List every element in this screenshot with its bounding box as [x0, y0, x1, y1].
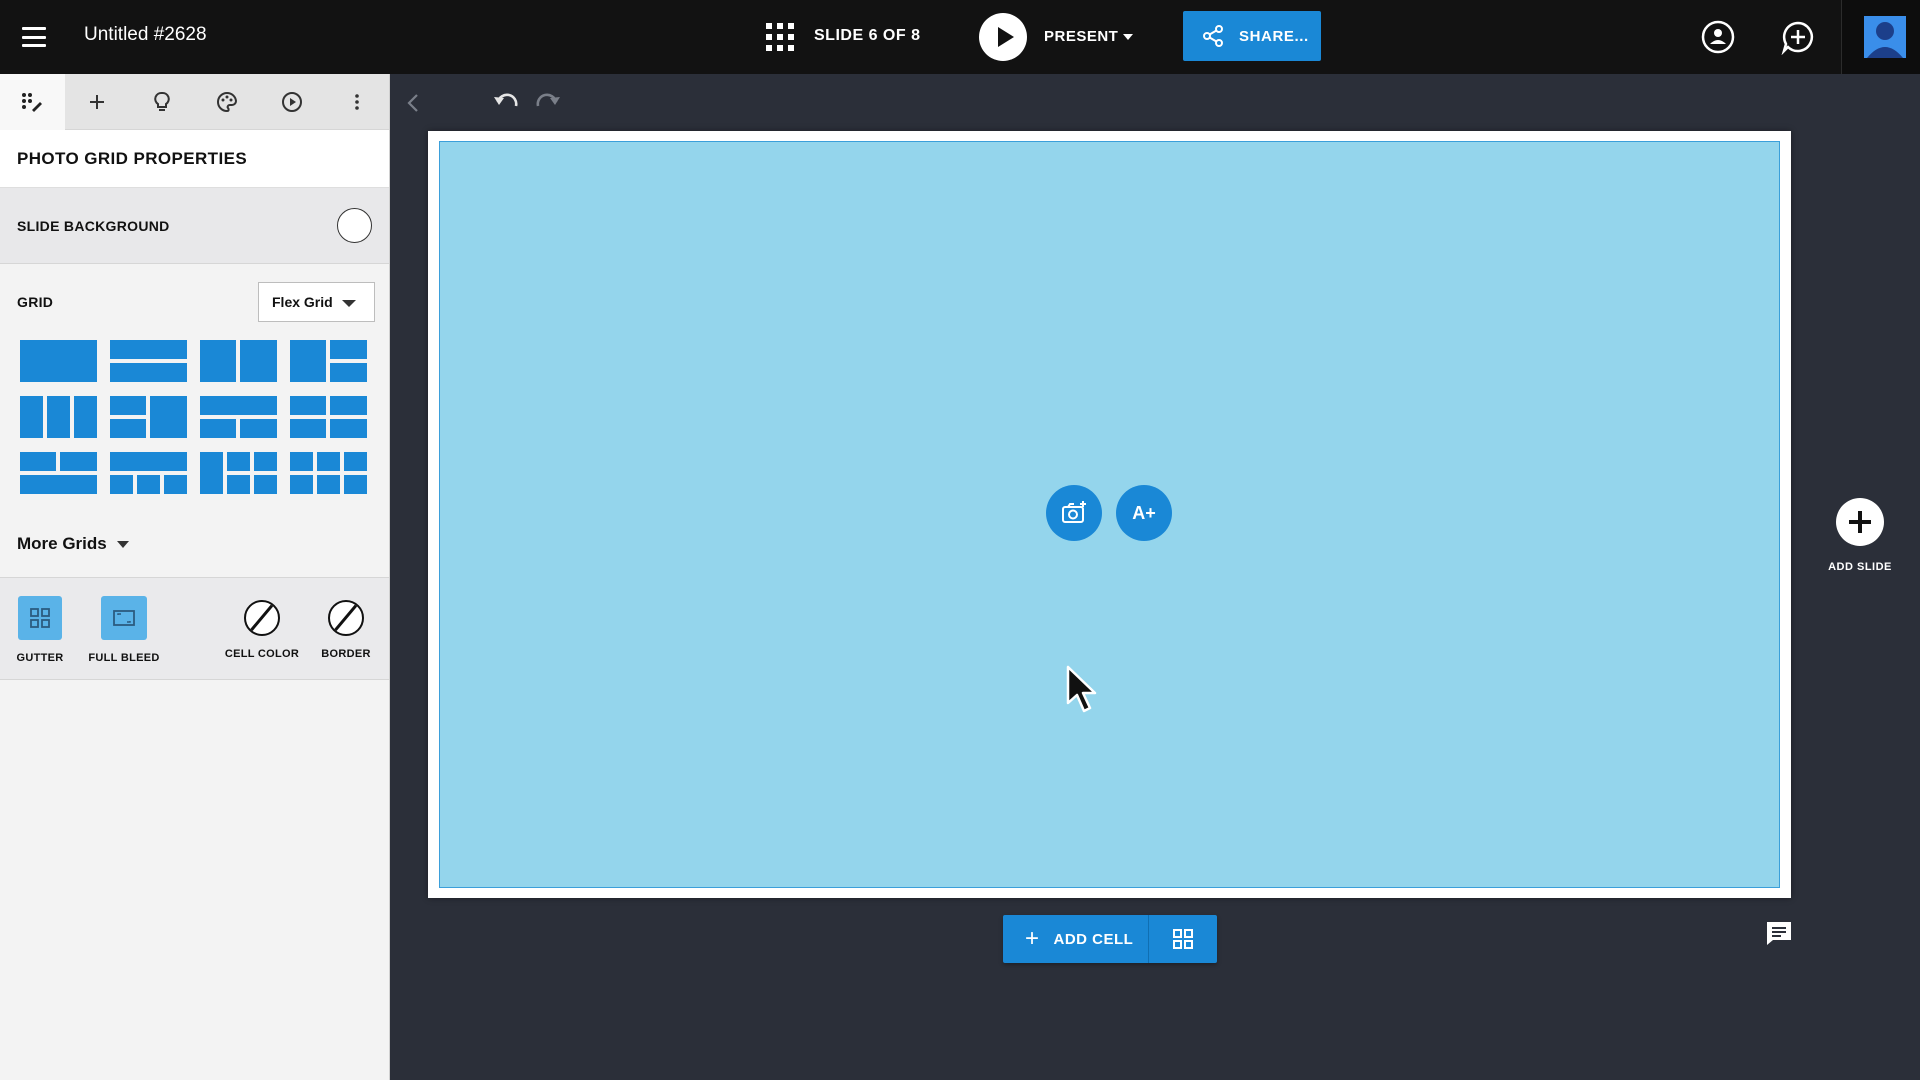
- slide-background-row: SLIDE BACKGROUND: [0, 188, 389, 264]
- share-icon: [1203, 25, 1223, 47]
- grid-layout-option[interactable]: [290, 452, 367, 494]
- mouse-pointer-icon: [1066, 665, 1097, 713]
- border-label: BORDER: [321, 648, 371, 660]
- full-bleed-icon: [113, 610, 135, 626]
- undo-icon[interactable]: [492, 92, 520, 114]
- grid-layout-option[interactable]: [200, 452, 277, 494]
- plus-icon: [90, 95, 105, 109]
- add-slide-button[interactable]: [1836, 498, 1884, 546]
- tab-ideas[interactable]: [130, 74, 195, 130]
- grid-layout-option[interactable]: [110, 396, 187, 438]
- grid-layout-option[interactable]: [290, 396, 367, 438]
- collapse-panel-icon[interactable]: [406, 92, 420, 114]
- plus-icon: +: [1025, 925, 1040, 952]
- grid-layout-option[interactable]: [200, 396, 277, 438]
- grid-type-select[interactable]: Flex Grid: [258, 282, 375, 322]
- document-title[interactable]: Untitled #2628: [84, 24, 207, 46]
- palette-icon: [216, 91, 237, 113]
- grid-layout-option[interactable]: [200, 340, 277, 382]
- slide-grid-icon[interactable]: [766, 23, 794, 51]
- no-border-icon: [328, 600, 364, 636]
- properties-panel: PHOTO GRID PROPERTIES SLIDE BACKGROUND G…: [0, 74, 390, 1080]
- present-button[interactable]: PRESENT: [1044, 28, 1118, 45]
- add-photo-button[interactable]: [1046, 485, 1102, 541]
- tab-add[interactable]: [65, 74, 130, 130]
- redo-icon[interactable]: [534, 92, 562, 114]
- grid-section: GRID Flex Grid More Grids: [0, 264, 389, 578]
- layout-tools-icon: [22, 93, 43, 112]
- account-icon[interactable]: [1700, 19, 1736, 55]
- tab-layout-tools[interactable]: [0, 74, 65, 130]
- slide-background-swatch[interactable]: [337, 208, 372, 243]
- add-cell-label: ADD CELL: [1053, 930, 1134, 948]
- cell-color-picker[interactable]: CELL COLOR: [224, 596, 300, 660]
- panel-title: PHOTO GRID PROPERTIES: [0, 130, 389, 188]
- chevron-down-icon: [342, 300, 356, 307]
- add-text-button[interactable]: A+: [1116, 485, 1172, 541]
- more-grids-toggle[interactable]: More Grids: [17, 534, 129, 554]
- grid-layout-option[interactable]: [110, 340, 187, 382]
- grid-layout-button[interactable]: [1149, 915, 1217, 963]
- add-cell-control: + ADD CELL: [1003, 915, 1217, 963]
- gutter-label: GUTTER: [16, 652, 64, 664]
- grid-layouts: [20, 340, 375, 494]
- play-circle-icon: [281, 92, 302, 112]
- share-label: SHARE...: [1239, 27, 1309, 45]
- tab-playback[interactable]: [259, 74, 324, 130]
- gutter-icon: [30, 608, 50, 628]
- present-dropdown-icon[interactable]: [1123, 34, 1133, 40]
- speaker-notes-icon[interactable]: [1765, 920, 1793, 946]
- cell-color-label: CELL COLOR: [224, 648, 300, 660]
- grid-layout-option[interactable]: [290, 340, 367, 382]
- avatar[interactable]: [1841, 0, 1920, 74]
- panel-tabs: [0, 74, 389, 130]
- grid-layout-option[interactable]: [20, 396, 97, 438]
- grid-options: GUTTER FULL BLEED CELL COLOR BORDER: [0, 578, 389, 680]
- more-grids-label: More Grids: [17, 534, 107, 553]
- slide-background-label: SLIDE BACKGROUND: [17, 217, 170, 234]
- grid-type-value: Flex Grid: [272, 294, 333, 310]
- photo-grid-cell[interactable]: [439, 141, 1780, 888]
- grid-icon: [1173, 929, 1193, 949]
- lightbulb-icon: [154, 91, 170, 111]
- comment-add-icon[interactable]: [1780, 19, 1816, 55]
- grid-layout-option[interactable]: [20, 340, 97, 382]
- slide-counter[interactable]: SLIDE 6 OF 8: [814, 27, 920, 45]
- full-bleed-toggle[interactable]: FULL BLEED: [88, 596, 160, 664]
- camera-add-icon: [1062, 501, 1086, 523]
- no-color-icon: [244, 600, 280, 636]
- share-button[interactable]: SHARE...: [1183, 11, 1321, 61]
- full-bleed-label: FULL BLEED: [88, 652, 160, 664]
- menu-icon[interactable]: [22, 27, 46, 47]
- top-bar: Untitled #2628 SLIDE 6 OF 8 PRESENT SHAR…: [0, 0, 1920, 74]
- grid-layout-option[interactable]: [110, 452, 187, 494]
- slide-canvas: [428, 131, 1791, 898]
- add-cell-button[interactable]: + ADD CELL: [1003, 915, 1149, 963]
- gutter-toggle[interactable]: GUTTER: [12, 596, 68, 664]
- grid-layout-option[interactable]: [20, 452, 97, 494]
- border-picker[interactable]: BORDER: [312, 596, 380, 660]
- play-icon[interactable]: [979, 13, 1027, 61]
- avatar-user-icon: [1864, 16, 1906, 58]
- add-slide-label: ADD SLIDE: [1828, 561, 1892, 573]
- chevron-down-icon: [116, 540, 129, 548]
- tab-theme[interactable]: [194, 74, 259, 130]
- grid-label: GRID: [17, 294, 54, 310]
- more-vertical-icon: [354, 94, 359, 110]
- tab-more[interactable]: [324, 74, 389, 130]
